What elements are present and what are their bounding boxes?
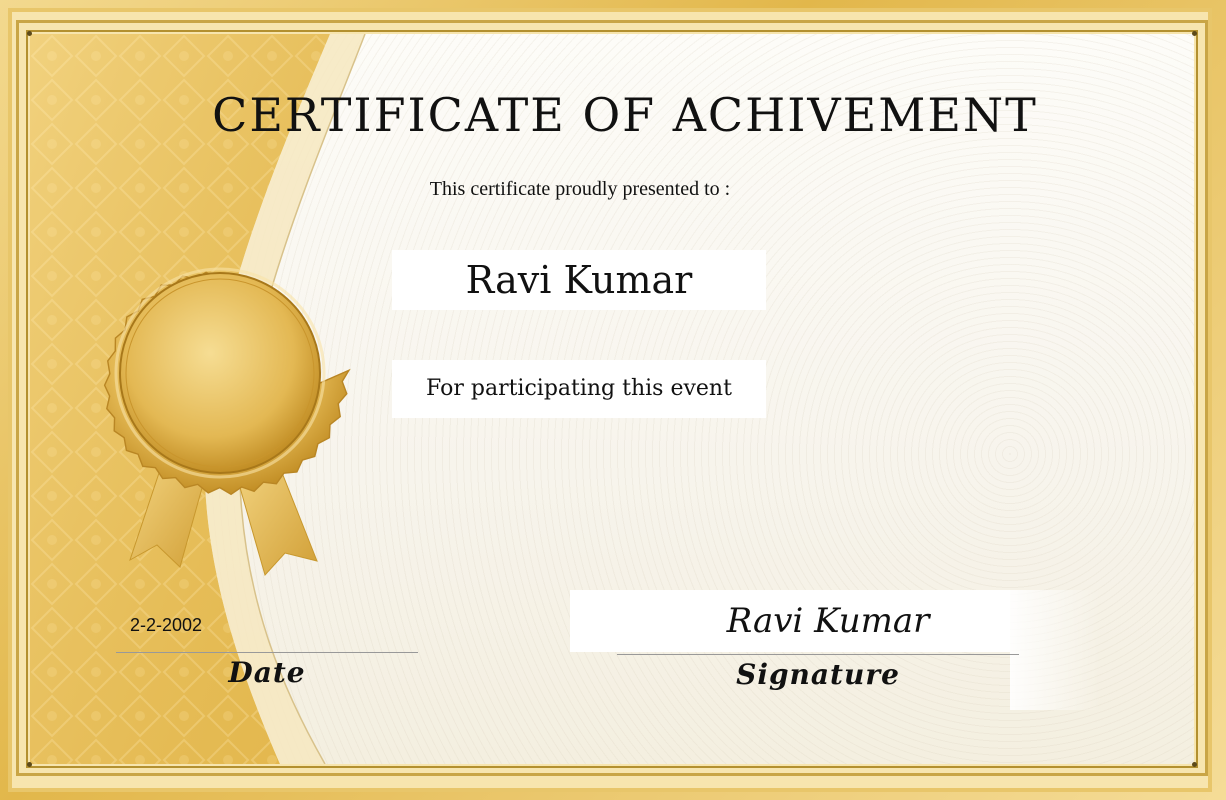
date-value: 2-2-2002: [130, 615, 203, 635]
corner-stud-icon: [27, 31, 32, 36]
signature-underline: [617, 654, 1019, 655]
signature-value: Ravi Kumar: [726, 601, 930, 641]
date-underline: [116, 652, 418, 653]
signature-label: Signature: [736, 658, 900, 691]
corner-stud-icon: [1192, 762, 1197, 767]
presented-to-text: This certificate proudly presented to :: [429, 178, 731, 200]
certificate-page: CERTIFICATE OF ACHIVEMENT This certifica…: [0, 0, 1226, 800]
corner-stud-icon: [27, 762, 32, 767]
event-description: For participating this event: [426, 376, 732, 401]
date-label: Date: [228, 656, 306, 689]
award-seal-icon: [103, 267, 351, 577]
recipient-name: Ravi Kumar: [465, 258, 693, 302]
certificate-title: CERTIFICATE OF ACHIVEMENT: [212, 88, 1038, 142]
corner-stud-icon: [1192, 31, 1197, 36]
